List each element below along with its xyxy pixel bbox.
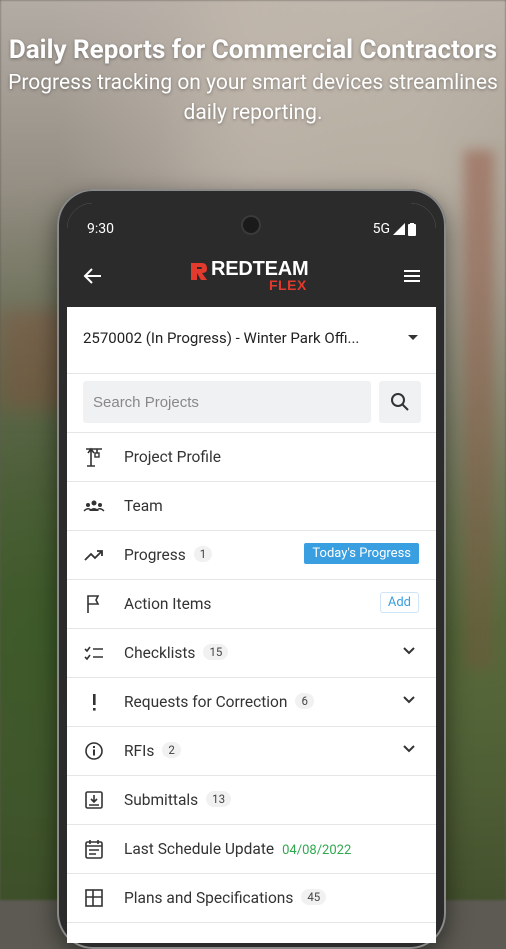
menu-item-action-items[interactable]: Action Items Add: [67, 580, 436, 629]
camera-icon: [243, 217, 259, 233]
menu-item-label: Submittals 13: [124, 791, 232, 809]
rfc-label: Requests for Correction: [124, 693, 288, 711]
progress-label: Progress: [124, 546, 186, 564]
menu-item-plans-and-specifications[interactable]: Plans and Specifications 45: [67, 874, 436, 923]
checklists-label: Checklists: [124, 644, 196, 662]
promo-title: Daily Reports for Commercial Contractors: [8, 35, 498, 65]
progress-count-badge: 1: [193, 546, 213, 562]
promo-headline: Daily Reports for Commercial Contractors…: [0, 35, 506, 128]
plans-icon: [83, 887, 105, 909]
checklists-count-badge: 15: [203, 644, 229, 660]
trend-icon: [83, 544, 105, 566]
hamburger-menu-icon[interactable]: [400, 264, 424, 288]
menu-item-label: Requests for Correction 6: [124, 693, 314, 711]
status-bar: 9:30 5G: [67, 203, 436, 246]
submittal-icon: [83, 789, 105, 811]
schedule-label: Last Schedule Update: [124, 840, 275, 858]
dropdown-caret-icon: [408, 335, 418, 340]
redteam-mark-icon: [191, 263, 207, 280]
back-arrow-icon[interactable]: [81, 264, 105, 288]
menu-item-team[interactable]: Team: [67, 482, 436, 531]
menu-item-requests-for-correction[interactable]: Requests for Correction 6: [67, 678, 436, 727]
menu-item-rfis[interactable]: RFIs 2: [67, 727, 436, 776]
schedule-date: 04/08/2022: [282, 843, 352, 858]
battery-icon: [408, 222, 416, 236]
search-input[interactable]: [83, 381, 371, 423]
menu-item-last-schedule-update[interactable]: Last Schedule Update 04/08/2022: [67, 825, 436, 874]
menu-item-submittals[interactable]: Submittals 13: [67, 776, 436, 825]
chevron-down-icon[interactable]: [402, 695, 416, 705]
chevron-down-icon[interactable]: [402, 744, 416, 754]
menu-item-label: Team: [124, 497, 163, 515]
todays-progress-button[interactable]: Today's Progress: [304, 543, 419, 564]
team-icon: [83, 495, 105, 517]
status-time: 9:30: [87, 221, 114, 237]
phone-screen: 9:30 5G REDTEAM FLEX 2570002 (In Progres…: [67, 203, 436, 943]
checklist-icon: [83, 642, 105, 664]
plans-count-badge: 45: [301, 889, 327, 905]
rfis-label: RFIs: [124, 742, 155, 760]
search-row: [67, 374, 436, 432]
promo-subtitle: Progress tracking on your smart devices …: [8, 71, 498, 125]
menu-item-label: Project Profile: [124, 448, 221, 466]
status-network: 5G: [373, 221, 416, 237]
search-button[interactable]: [379, 381, 421, 423]
phone-frame: 9:30 5G REDTEAM FLEX 2570002 (In Progres…: [57, 189, 446, 949]
network-label: 5G: [372, 221, 390, 237]
menu-item-checklists[interactable]: Checklists 15: [67, 629, 436, 678]
menu-item-label: RFIs 2: [124, 742, 181, 760]
menu-item-project-profile[interactable]: Project Profile: [67, 433, 436, 482]
project-menu: Project Profile Team Progress 1 Today's P…: [67, 432, 436, 923]
calendar-icon: [83, 838, 105, 860]
crane-silhouette: [464, 150, 494, 670]
flag-icon: [83, 593, 105, 615]
plans-label: Plans and Specifications: [124, 889, 294, 907]
redteam-logo: REDTEAM FLEX: [189, 258, 319, 294]
project-dropdown-label: 2570002 (In Progress) - Winter Park Offi…: [83, 329, 360, 347]
info-icon: [83, 740, 105, 762]
crane-icon: [83, 446, 105, 468]
add-action-item-button[interactable]: Add: [379, 592, 419, 613]
menu-item-label: Checklists 15: [124, 644, 229, 662]
menu-item-progress[interactable]: Progress 1 Today's Progress: [67, 531, 436, 580]
menu-item-label: Action Items: [124, 595, 212, 613]
rfis-count-badge: 2: [162, 742, 181, 758]
app-bar: REDTEAM FLEX: [67, 246, 436, 307]
submittals-count-badge: 13: [206, 791, 232, 807]
signal-icon: [393, 223, 405, 235]
logo-sub: FLEX: [269, 277, 307, 293]
menu-item-label: Last Schedule Update 04/08/2022: [124, 840, 351, 858]
search-icon: [391, 393, 409, 411]
menu-item-label: Progress 1: [124, 546, 213, 564]
project-dropdown[interactable]: 2570002 (In Progress) - Winter Park Offi…: [67, 307, 436, 374]
rfc-count-badge: 6: [295, 693, 314, 709]
exclamation-icon: [83, 691, 105, 713]
chevron-down-icon[interactable]: [402, 646, 416, 656]
submittals-label: Submittals: [124, 791, 199, 809]
menu-item-label: Plans and Specifications 45: [124, 889, 327, 907]
